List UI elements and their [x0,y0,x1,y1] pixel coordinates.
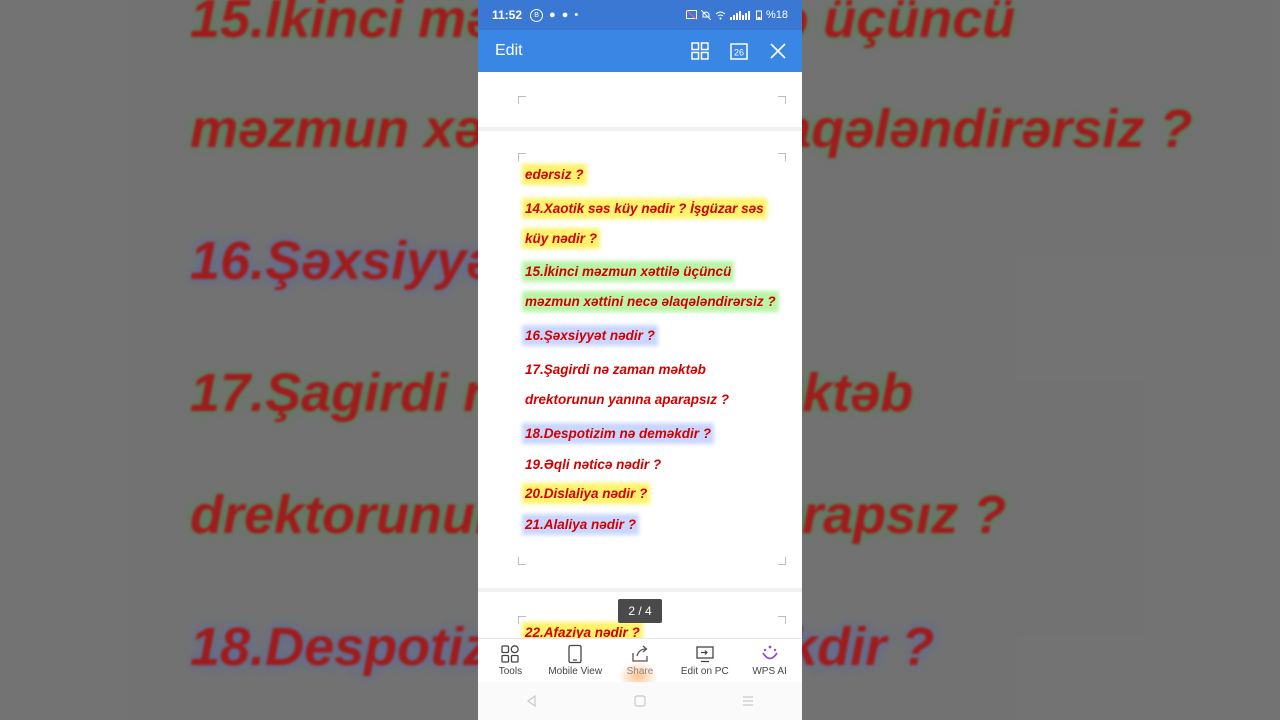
doc-line[interactable]: 18.Despotizim nə deməkdir ? [525,426,712,441]
app-bar: Edit 26 [478,30,802,72]
signal-icon [729,10,750,20]
doc-line[interactable]: 17.Şagirdi nə zaman məktəb [525,362,706,377]
page-corner [778,96,786,104]
tools-icon [501,645,520,663]
close-icon[interactable] [768,41,788,61]
doc-line[interactable]: 19.Əqli nəticə nədir ? [525,457,661,472]
doc-line[interactable]: 14.Xaotik səs küy nədir ? İşgüzar səs [525,201,764,216]
doc-line[interactable]: məzmun xəttini necə əlaqələndirərsiz ? [525,294,776,309]
doc-line[interactable]: edərsiz ? [525,167,584,182]
share-label: Share [626,666,654,677]
page-corner [518,616,526,624]
doc-line[interactable]: 21.Alaliya nədir ? [525,517,637,532]
recents-icon[interactable] [741,694,755,708]
edit-on-pc-icon [696,646,714,663]
wps-ai-icon [761,645,778,660]
app-bar-title[interactable]: Edit [495,42,523,60]
status-bar: 11:52 B ● ● • %18 [478,0,802,30]
doc-line[interactable]: drektorunun yanına aparарsız ? [525,392,729,407]
wps-ai-button[interactable]: WPS AI [737,639,802,683]
b-icon: B [530,8,544,22]
system-nav-bar [478,682,802,720]
edit-on-pc-label: Edit on PC [680,666,729,677]
snapchat-icon: ● [561,9,569,21]
page-corner [778,557,786,565]
status-left-icons: B ● ● • [530,8,579,22]
doc-line[interactable]: 16.Şəxsiyyət nədir ? [525,328,655,343]
page-corner [518,557,526,565]
doc-line[interactable]: küy nədir ? [525,231,598,246]
share-icon [632,645,648,662]
battery-percent: %18 [765,9,788,21]
dot-icon: • [574,9,579,21]
calendar-icon[interactable]: 26 [729,41,749,61]
home-icon[interactable] [633,694,647,708]
document-view[interactable]: edərsiz ? 14.Xaotik səs küy nədir ? İşgü… [478,72,802,640]
battery-icon [755,10,762,20]
doc-line[interactable]: 20.Dislaliya nədir ? [525,486,648,501]
snapchat-icon: ● [549,9,556,21]
doc-line[interactable]: 15.İkinci məzmun xəttilə üçüncü [525,264,732,279]
wps-ai-label: WPS AI [752,666,787,677]
page-corner [778,616,786,624]
page-1 [478,72,802,127]
tools-label: Tools [498,666,523,677]
edit-on-pc-button[interactable]: Edit on PC [672,639,737,683]
bottom-toolbar: Tools Mobile View Share Edit on PC WPS A… [478,638,802,691]
mobile-view-label: Mobile View [548,666,603,677]
share-button[interactable]: Share [608,639,673,691]
back-icon[interactable] [525,694,539,708]
phone-screen: 11:52 B ● ● • %18 Edit 26 edərsiz ? 14.X… [478,0,802,720]
tools-button[interactable]: Tools [478,639,543,683]
wifi-icon [715,11,726,19]
grid-icon[interactable] [690,41,710,61]
cast-icon [685,10,697,20]
page-indicator: 2 / 4 [618,599,662,623]
page-corner [518,153,526,161]
status-right-icons: %18 [685,9,788,21]
page-corner [778,153,786,161]
mute-icon [700,10,711,20]
calendar-number: 26 [734,48,744,58]
status-time: 11:52 [492,8,523,22]
page-corner [518,96,526,104]
mobile-view-button[interactable]: Mobile View [543,639,608,683]
mobile-view-icon [568,644,582,664]
